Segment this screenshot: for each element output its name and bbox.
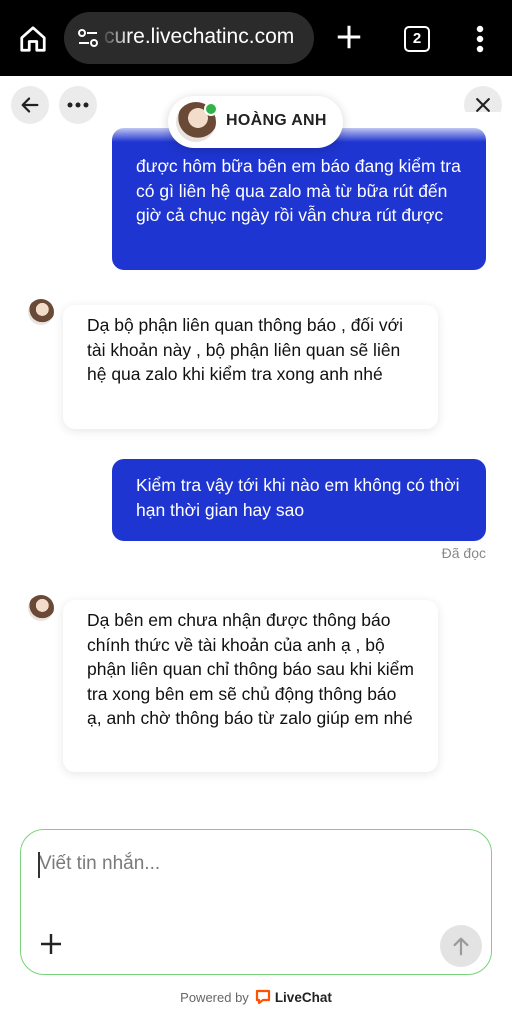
url-fade xyxy=(100,12,130,64)
site-settings-icon[interactable] xyxy=(76,26,100,50)
browser-menu-icon[interactable] xyxy=(474,24,486,54)
home-icon[interactable] xyxy=(18,24,48,54)
read-receipt: Đã đọc xyxy=(441,545,486,561)
url-text[interactable]: cure.livechatinc.com xyxy=(104,25,294,49)
agent-avatar-small xyxy=(28,299,54,325)
new-tab-icon[interactable] xyxy=(334,22,364,52)
text-caret xyxy=(38,852,40,878)
livechat-logo-icon xyxy=(255,989,270,1005)
agent-info[interactable]: HOÀNG ANH xyxy=(168,96,343,148)
send-button[interactable] xyxy=(440,925,482,967)
powered-by-footer[interactable]: Powered by LiveChat xyxy=(0,989,512,1005)
browser-toolbar: cure.livechatinc.com 2 xyxy=(0,0,512,76)
livechat-brand: LiveChat xyxy=(274,990,332,1005)
more-horizontal-icon xyxy=(67,102,89,108)
back-button[interactable] xyxy=(11,86,49,124)
agent-message: Dạ bên em chưa nhận được thông báo chính… xyxy=(63,600,438,772)
visitor-message: Kiểm tra vậy tới khi nào em không có thờ… xyxy=(112,459,486,541)
agent-message: Dạ bộ phận liên quan thông báo , đối với… xyxy=(63,305,438,429)
agent-name: HOÀNG ANH xyxy=(226,112,327,129)
more-options-button[interactable] xyxy=(59,86,97,124)
message-input-placeholder[interactable]: Viết tin nhắn... xyxy=(39,853,160,875)
online-status-dot xyxy=(204,102,218,116)
add-attachment-icon[interactable] xyxy=(39,932,63,956)
message-composer[interactable]: Viết tin nhắn... xyxy=(20,829,492,975)
tab-switcher-button[interactable]: 2 xyxy=(404,26,430,52)
agent-avatar-small xyxy=(28,595,54,621)
arrow-up-icon xyxy=(453,937,469,956)
address-bar[interactable]: cure.livechatinc.com xyxy=(64,12,314,64)
powered-by-text: Powered by xyxy=(180,990,249,1005)
arrow-left-icon xyxy=(21,97,39,113)
visitor-message: được hôm bữa bên em báo đang kiểm tra có… xyxy=(112,128,486,270)
